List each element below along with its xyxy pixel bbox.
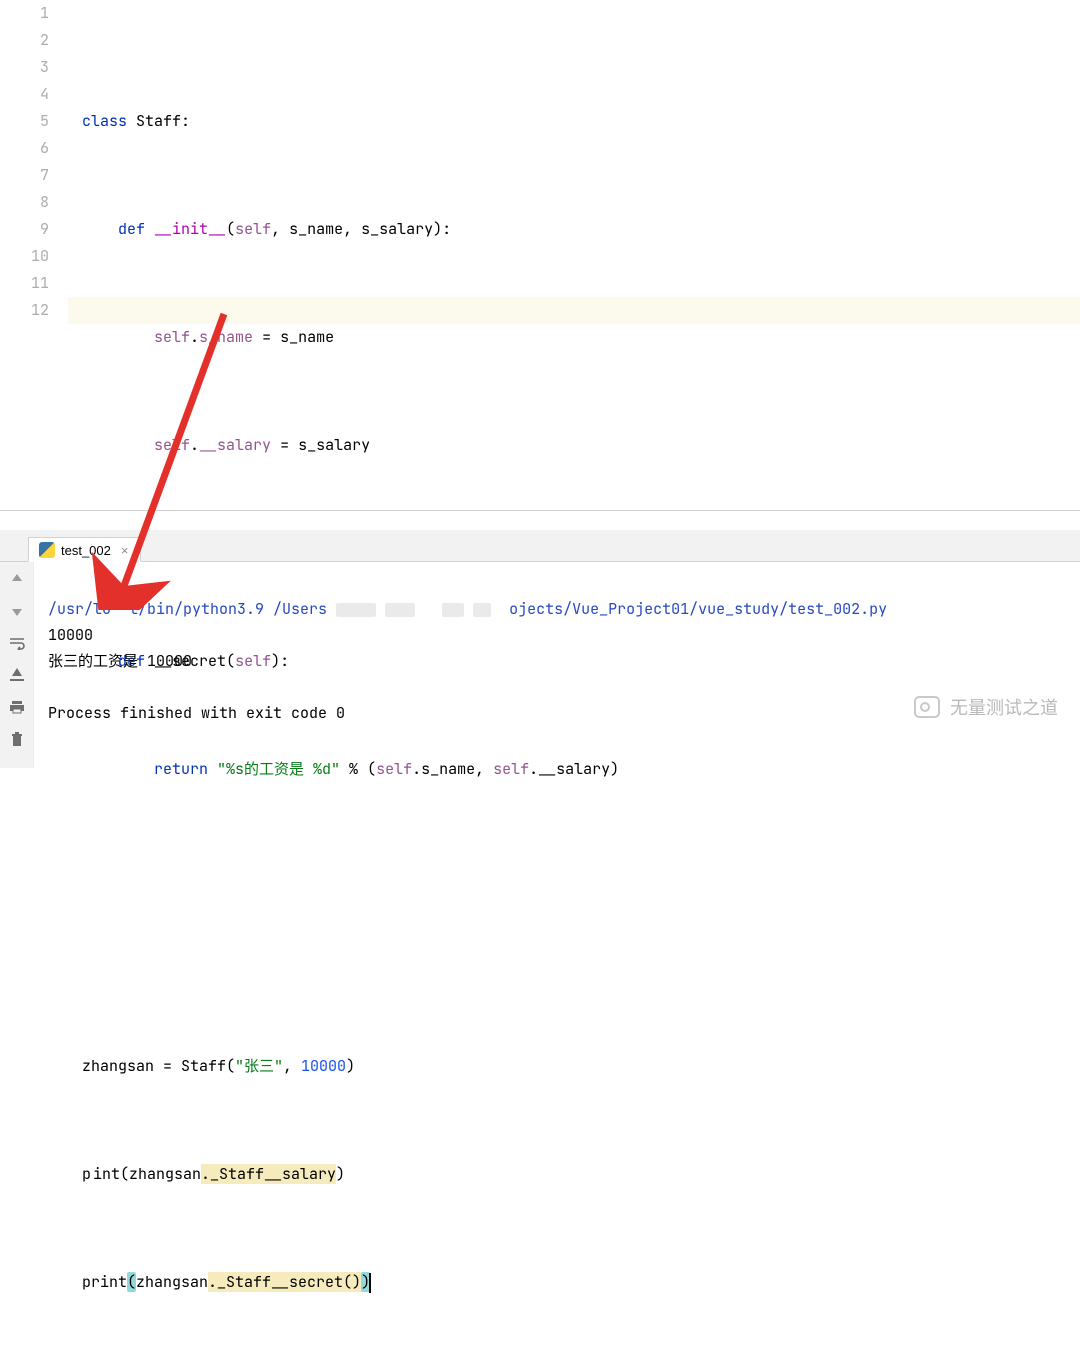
line-number: 1 [0, 0, 49, 27]
code-area[interactable]: class Staff: def __init__(self, s_name, … [68, 0, 1080, 510]
down-arrow-icon[interactable] [6, 600, 28, 622]
line-number: 7 [0, 162, 49, 189]
line-number: 3 [0, 54, 49, 81]
print-icon[interactable] [6, 696, 28, 718]
line-number: 8 [0, 189, 49, 216]
console-exit-line: Process finished with exit code 0 [48, 703, 345, 723]
code-line[interactable]: print(zhangsan._Staff__secret()) [82, 1269, 1080, 1296]
line-number: 6 [0, 135, 49, 162]
soft-wrap-icon[interactable] [6, 632, 28, 654]
watermark: 无量测试之道 [914, 694, 1058, 720]
line-number: 9 [0, 216, 49, 243]
code-line[interactable]: pint(zhangsan._Staff__salary) [82, 1161, 1080, 1188]
line-number-gutter: 1 2 3 4 5 6 7 8 9 10 11 12 [0, 0, 68, 510]
up-arrow-icon[interactable] [6, 568, 28, 590]
line-number: 12 [0, 297, 49, 324]
python-file-icon [39, 542, 55, 558]
line-number: 4 [0, 81, 49, 108]
code-line[interactable]: class Staff: [82, 108, 1080, 135]
panel-separator[interactable] [0, 510, 1080, 530]
code-line[interactable] [82, 945, 1080, 972]
scroll-to-end-icon[interactable] [6, 664, 28, 686]
active-line-highlight [68, 297, 1080, 324]
wechat-icon [914, 696, 940, 718]
run-command-line: /usr/loxxl/bin/python3.9 /Users ojects/V… [48, 599, 887, 619]
line-number: 2 [0, 27, 49, 54]
watermark-text: 无量测试之道 [950, 694, 1058, 720]
text-caret [369, 1273, 371, 1293]
code-line[interactable]: self.__salary = s_salary [82, 432, 1080, 459]
line-number: 10 [0, 243, 49, 270]
code-line[interactable] [82, 864, 1080, 891]
line-number: 5 [0, 108, 49, 135]
run-tool-column [0, 562, 34, 768]
line-number: 11 [0, 270, 49, 297]
trash-icon[interactable] [6, 728, 28, 750]
code-line[interactable]: self.s_name = s_name [82, 324, 1080, 351]
code-line[interactable]: def __init__(self, s_name, s_salary): [82, 216, 1080, 243]
code-line[interactable]: zhangsan = Staff("张三", 10000) [82, 1053, 1080, 1080]
code-editor[interactable]: 1 2 3 4 5 6 7 8 9 10 11 12 class Staff: … [0, 0, 1080, 510]
console-line: 10000 [48, 625, 93, 645]
